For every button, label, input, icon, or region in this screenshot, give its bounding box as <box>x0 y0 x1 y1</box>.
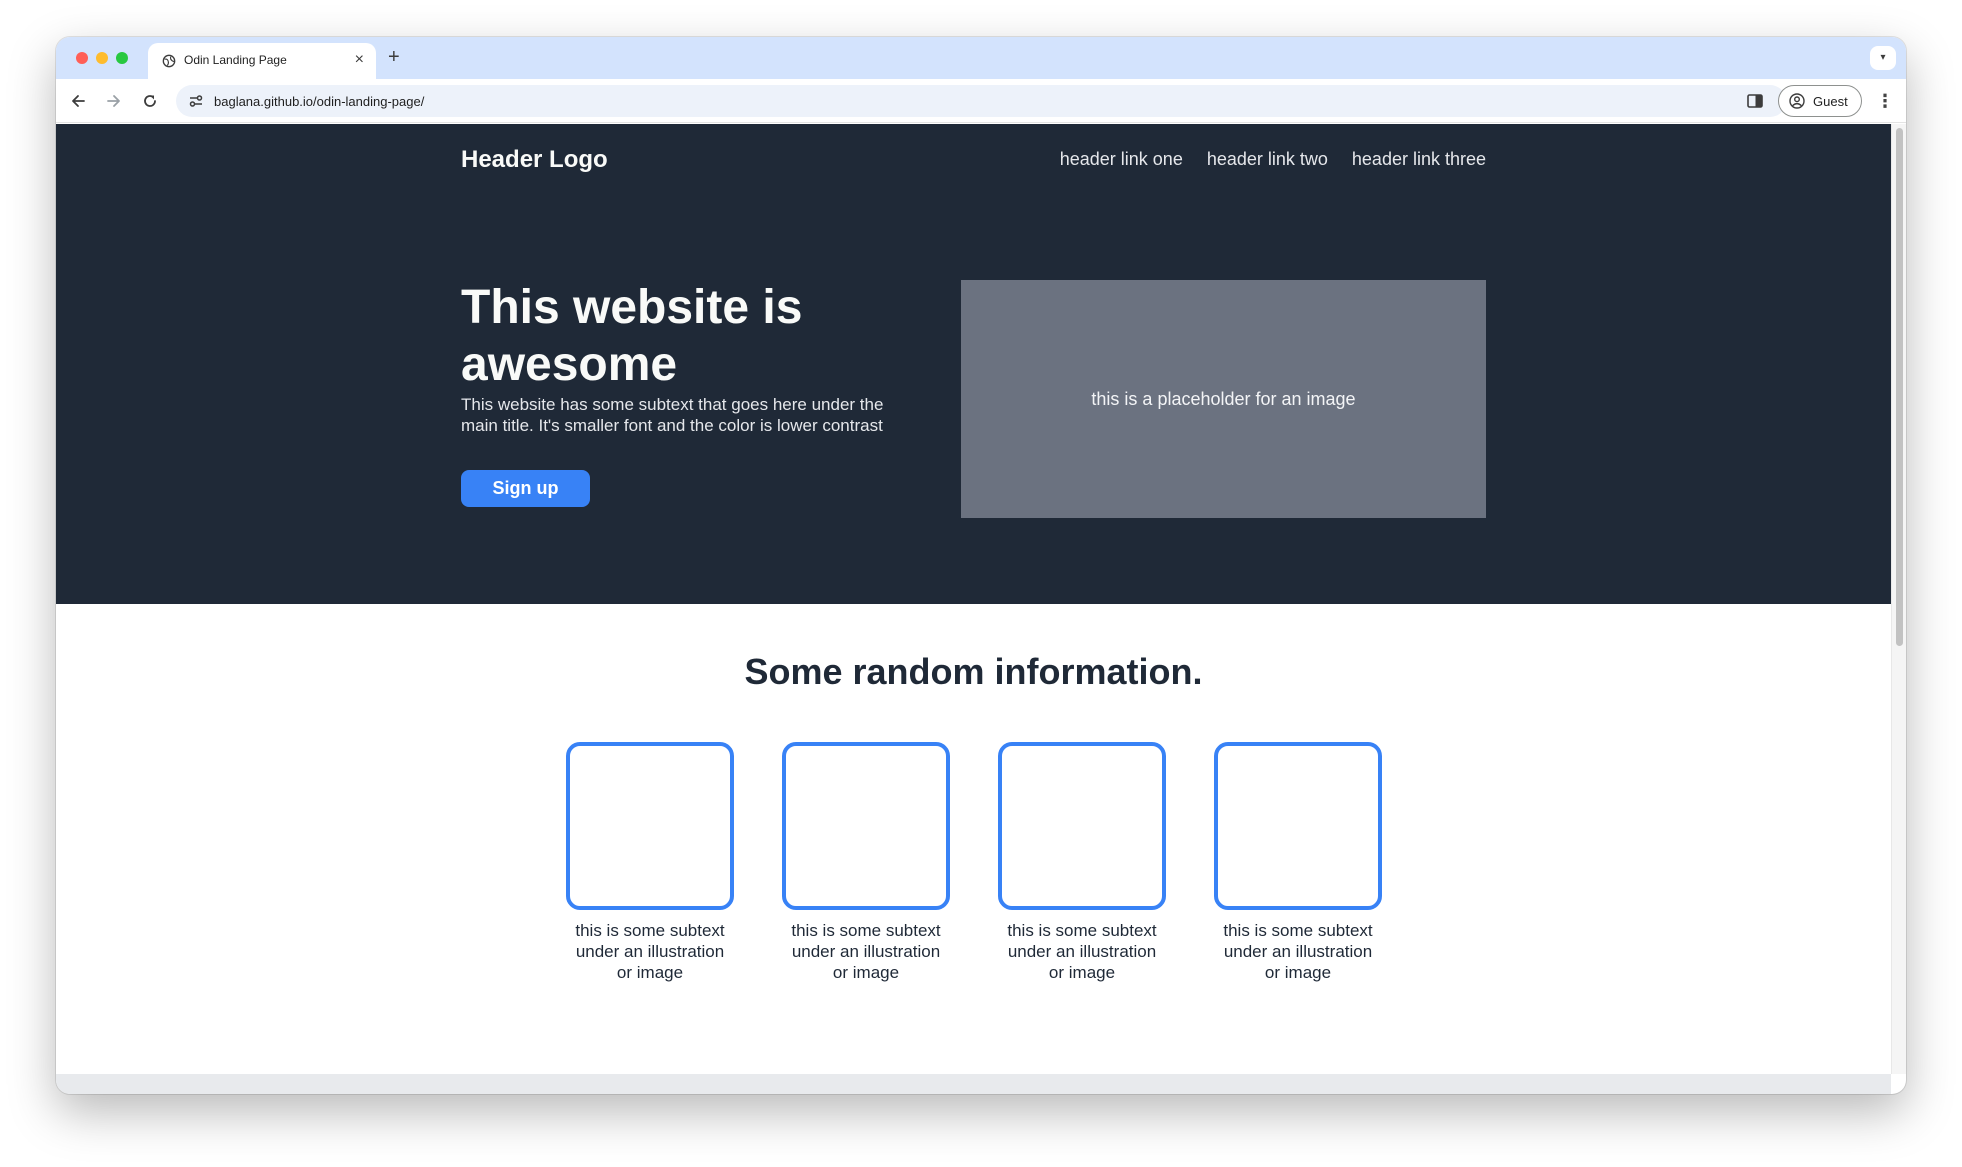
hero-section: Header Logo header link one header link … <box>56 124 1891 604</box>
header-logo: Header Logo <box>461 146 608 173</box>
header-link-one[interactable]: header link one <box>1060 149 1183 170</box>
browser-window: Odin Landing Page × + ▾ baglana.github.i <box>56 37 1906 1094</box>
header-link-three[interactable]: header link three <box>1352 149 1486 170</box>
hero-subtext: This website has some subtext that goes … <box>461 395 884 435</box>
tab-title: Odin Landing Page <box>184 53 287 67</box>
side-panel-icon[interactable] <box>1746 92 1764 110</box>
new-tab-button[interactable]: + <box>388 46 400 68</box>
sign-up-button[interactable]: Sign up <box>461 470 590 507</box>
tab-strip: Odin Landing Page × + ▾ <box>56 37 1906 79</box>
header-nav: header link one header link two header l… <box>1060 149 1486 170</box>
tab-close-button[interactable]: × <box>355 51 364 69</box>
url-text: baglana.github.io/odin-landing-page/ <box>214 94 425 109</box>
guest-profile-button[interactable]: Guest <box>1778 85 1862 117</box>
card-subtext: this is some subtext under an illustrati… <box>1223 921 1373 982</box>
globe-icon <box>162 54 176 68</box>
card-subtext: this is some subtext under an illustrati… <box>1007 921 1157 982</box>
minimize-window-button[interactable] <box>96 52 108 64</box>
browser-toolbar: baglana.github.io/odin-landing-page/ Gue… <box>56 79 1906 123</box>
chevron-down-icon: ▾ <box>1880 52 1886 63</box>
page-viewport: Header Logo header link one header link … <box>56 124 1891 1074</box>
site-settings-icon[interactable] <box>188 93 204 109</box>
illustration-placeholder <box>566 742 734 910</box>
illustration-placeholder <box>782 742 950 910</box>
info-card: this is some subtext under an illustrati… <box>782 742 950 983</box>
illustration-placeholder <box>998 742 1166 910</box>
hero-title: This website is awesome <box>461 281 803 391</box>
card-subtext: this is some subtext under an illustrati… <box>791 921 941 982</box>
person-icon <box>1789 93 1805 109</box>
vertical-scrollbar[interactable] <box>1891 124 1906 1074</box>
info-heading: Some random information. <box>744 651 1203 692</box>
maximize-window-button[interactable] <box>116 52 128 64</box>
scrollbar-thumb[interactable] <box>1896 128 1903 646</box>
tab-search-button[interactable]: ▾ <box>1870 46 1896 70</box>
guest-label: Guest <box>1813 94 1848 109</box>
reload-icon[interactable] <box>140 91 160 111</box>
close-window-button[interactable] <box>76 52 88 64</box>
kebab-menu-icon[interactable]: ⋮ <box>1876 91 1894 111</box>
address-bar[interactable]: baglana.github.io/odin-landing-page/ <box>176 85 1786 117</box>
image-placeholder-text: this is a placeholder for an image <box>1091 389 1356 409</box>
card-subtext: this is some subtext under an illustrati… <box>575 921 725 982</box>
hero-image-placeholder: this is a placeholder for an image <box>961 280 1486 518</box>
info-card: this is some subtext under an illustrati… <box>998 742 1166 983</box>
tab-odin-landing-page[interactable]: Odin Landing Page × <box>148 43 376 79</box>
illustration-placeholder <box>1214 742 1382 910</box>
info-card: this is some subtext under an illustrati… <box>566 742 734 983</box>
forward-icon[interactable] <box>104 91 124 111</box>
info-card: this is some subtext under an illustrati… <box>1214 742 1382 983</box>
back-icon[interactable] <box>68 91 88 111</box>
header-link-two[interactable]: header link two <box>1207 149 1328 170</box>
horizontal-scrollbar <box>56 1074 1891 1094</box>
